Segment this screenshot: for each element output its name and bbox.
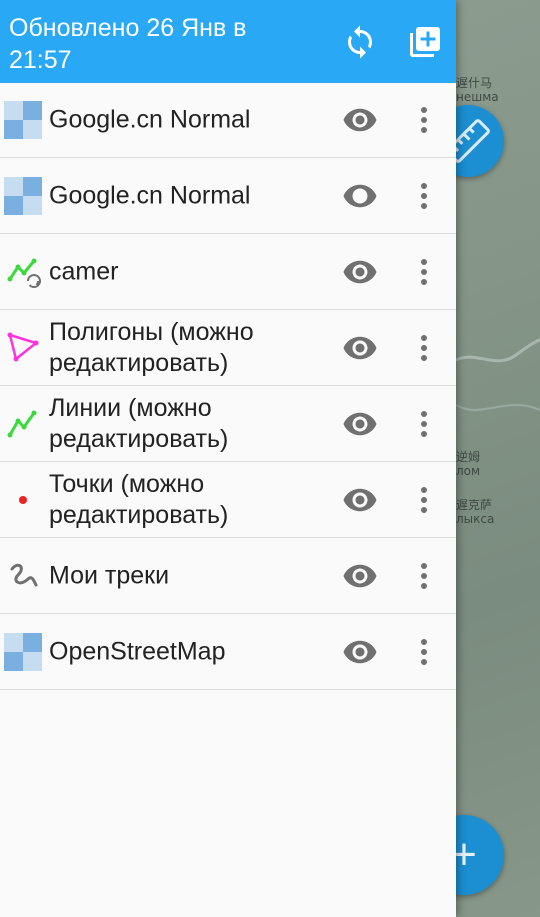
- layer-row[interactable]: Google.cn Normal: [0, 83, 456, 158]
- layer-row[interactable]: Мои треки: [0, 539, 456, 614]
- layer-row[interactable]: Линии (можно редактировать): [0, 387, 456, 462]
- more-vert-icon: [421, 183, 427, 209]
- visibility-toggle[interactable]: [341, 405, 379, 443]
- last-updated-title: Обновлено 26 Янв в 21:57: [9, 14, 247, 74]
- layers-drawer: Обновлено 26 Янв в 21:57 Google.cn Norma…: [0, 0, 456, 917]
- polygon-icon: [4, 329, 42, 367]
- eye-icon: [343, 640, 377, 664]
- visibility-toggle[interactable]: [341, 101, 379, 139]
- eye-icon: [343, 260, 377, 284]
- drawer-header: Обновлено 26 Янв в 21:57: [0, 0, 456, 83]
- more-vert-icon: [421, 335, 427, 361]
- visibility-toggle[interactable]: [341, 253, 379, 291]
- more-vert-icon: [421, 259, 427, 285]
- layer-menu-button[interactable]: [410, 101, 438, 139]
- map-label: 遅克萨: [456, 498, 493, 512]
- layer-name: Точки (можно редактировать): [49, 470, 229, 529]
- visibility-toggle[interactable]: [341, 633, 379, 671]
- tile-layer-icon: [4, 633, 42, 671]
- layer-menu-button[interactable]: [410, 557, 438, 595]
- map-label: лом: [456, 464, 481, 478]
- eye-icon: [343, 108, 377, 132]
- visibility-toggle[interactable]: [341, 329, 379, 367]
- layer-menu-button[interactable]: [410, 329, 438, 367]
- refresh-button[interactable]: [340, 22, 380, 62]
- more-vert-icon: [421, 487, 427, 513]
- line-icon: [4, 405, 42, 443]
- synced-line-icon: [4, 253, 42, 291]
- point-icon: [4, 481, 42, 519]
- refresh-icon: [348, 25, 372, 59]
- track-icon: [4, 557, 42, 595]
- more-vert-icon: [421, 639, 427, 665]
- map-label: нешма: [456, 90, 499, 104]
- layer-name: Линии (можно редактировать): [49, 394, 229, 453]
- layer-row[interactable]: Google.cn Normal: [0, 159, 456, 234]
- more-vert-icon: [421, 107, 427, 133]
- add-layer-icon: [410, 27, 440, 57]
- eye-icon: [343, 412, 377, 436]
- layer-name: Мои треки: [49, 561, 170, 590]
- visibility-toggle[interactable]: [341, 481, 379, 519]
- layer-row[interactable]: OpenStreetMap: [0, 615, 456, 690]
- map-label: 逆姆: [456, 450, 481, 464]
- eye-icon: [343, 336, 377, 360]
- eye-icon: [343, 564, 377, 588]
- tile-layer-icon: [4, 177, 42, 215]
- more-vert-icon: [421, 411, 427, 437]
- layer-name: Google.cn Normal: [49, 105, 251, 134]
- layer-menu-button[interactable]: [410, 633, 438, 671]
- visibility-toggle[interactable]: [341, 177, 379, 215]
- layer-name: Google.cn Normal: [49, 181, 251, 210]
- more-vert-icon: [421, 563, 427, 589]
- layer-menu-button[interactable]: [410, 405, 438, 443]
- layer-row[interactable]: camer: [0, 235, 456, 310]
- eye-icon: [343, 184, 377, 208]
- visibility-toggle[interactable]: [341, 557, 379, 595]
- map-river: [456, 338, 540, 411]
- map-label: лыкса: [456, 512, 495, 526]
- add-layer-button[interactable]: [405, 22, 445, 62]
- layer-name: OpenStreetMap: [49, 637, 226, 666]
- eye-icon: [343, 488, 377, 512]
- layer-name: camer: [49, 257, 119, 286]
- layer-menu-button[interactable]: [410, 177, 438, 215]
- layer-menu-button[interactable]: [410, 481, 438, 519]
- layer-menu-button[interactable]: [410, 253, 438, 291]
- tile-layer-icon: [4, 101, 42, 139]
- layer-row[interactable]: Полигоны (можно редактировать): [0, 311, 456, 386]
- layer-name: Полигоны (можно редактировать): [49, 318, 254, 377]
- layer-row[interactable]: Точки (можно редактировать): [0, 463, 456, 538]
- map-label: 遅什马: [456, 76, 493, 90]
